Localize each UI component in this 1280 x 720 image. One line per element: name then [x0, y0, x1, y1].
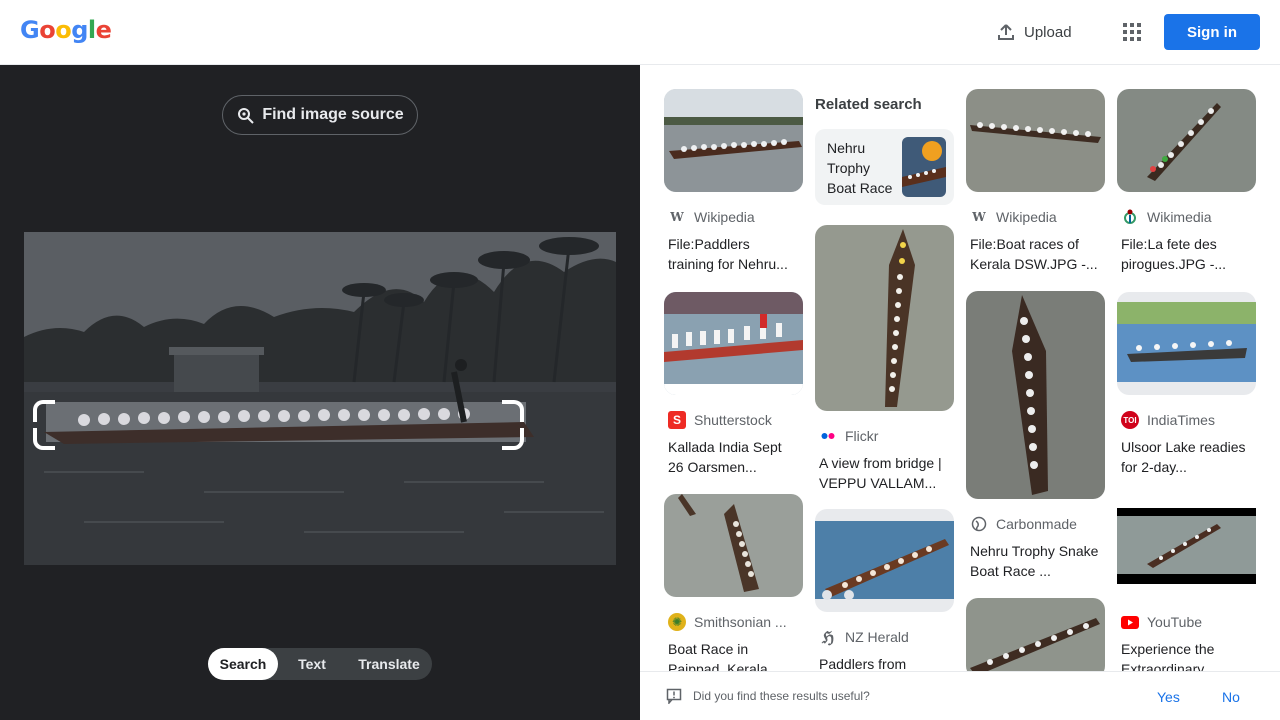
- find-image-source-button[interactable]: Find image source: [222, 95, 418, 135]
- result-source: W Wikipedia: [966, 208, 1105, 226]
- upload-button[interactable]: Upload: [988, 17, 1080, 47]
- result-thumbnail[interactable]: [664, 292, 803, 395]
- result-source: Wikimedia: [1117, 208, 1256, 226]
- result-card[interactable]: Wikimedia File:La fete des pirogues.JPG …: [1117, 89, 1256, 274]
- sign-in-button[interactable]: Sign in: [1164, 14, 1260, 50]
- result-card[interactable]: W Wikipedia File:Boat races of Kerala DSW…: [966, 89, 1105, 274]
- result-source: Carbonmade: [966, 515, 1105, 533]
- feedback-yes-button[interactable]: Yes: [1157, 689, 1180, 705]
- result-title[interactable]: Boat Race in Paippad, Kerala...: [664, 639, 799, 671]
- youtube-icon: [1121, 613, 1139, 631]
- result-source: W Wikipedia: [664, 208, 803, 226]
- related-search-query: Nehru Trophy Boat Race: [827, 140, 893, 196]
- wikipedia-icon: W: [972, 210, 986, 224]
- result-card[interactable]: ℌ NZ Herald Paddlers from: [815, 509, 954, 671]
- result-thumbnail[interactable]: [1117, 292, 1256, 395]
- mode-tabs: Search Text Translate: [208, 648, 432, 680]
- related-search-chip[interactable]: Nehru Trophy Boat Race: [815, 129, 954, 205]
- logo-letter: o: [55, 16, 72, 44]
- logo-letter: o: [39, 16, 56, 44]
- result-card[interactable]: ✺ Smithsonian ... Boat Race in Paippad, K…: [664, 494, 803, 671]
- result-card[interactable]: Carbonmade Nehru Trophy Snake Boat Race …: [966, 291, 1105, 581]
- result-thumbnail[interactable]: [1117, 89, 1256, 192]
- indiatimes-icon: TOI: [1121, 411, 1139, 429]
- result-title[interactable]: File:Paddlers training for Nehru...: [664, 234, 799, 274]
- result-card[interactable]: TOI IndiaTimes Ulsoor Lake readies for 2-…: [1117, 292, 1256, 477]
- result-thumbnail[interactable]: [966, 598, 1105, 671]
- result-thumbnail[interactable]: [664, 494, 803, 597]
- header: Google Upload Sign in: [0, 0, 1280, 65]
- image-preview-panel: Find image source Search Text Translate: [0, 65, 640, 720]
- result-card[interactable]: [966, 598, 1105, 671]
- crop-handle-bottom-left[interactable]: [33, 428, 55, 450]
- nz-herald-icon: ℌ: [821, 627, 835, 647]
- related-search-thumbnail: [902, 137, 946, 197]
- logo-letter: e: [95, 16, 112, 44]
- result-source: ✺ Smithsonian ...: [664, 613, 803, 631]
- result-thumbnail[interactable]: [664, 89, 803, 192]
- tab-search[interactable]: Search: [208, 648, 278, 680]
- wikimedia-icon: [1121, 208, 1139, 226]
- result-card[interactable]: S Shutterstock Kallada India Sept 26 Oars…: [664, 292, 803, 477]
- feedback-question: Did you find these results useful?: [693, 689, 870, 703]
- upload-icon: [998, 24, 1014, 40]
- result-title[interactable]: Experience the Extraordinary...: [1117, 639, 1252, 671]
- result-title[interactable]: A view from bridge | VEPPU VALLAM...: [815, 453, 950, 493]
- lens-search-icon: [238, 108, 255, 124]
- result-thumbnail[interactable]: [815, 225, 954, 411]
- logo-letter: l: [87, 16, 96, 44]
- visual-matches-panel: W Wikipedia File:Paddlers training for Ne…: [640, 65, 1280, 671]
- google-logo[interactable]: Google: [20, 16, 112, 44]
- result-title[interactable]: Nehru Trophy Snake Boat Race ...: [966, 541, 1101, 581]
- result-title[interactable]: Paddlers from: [815, 654, 950, 671]
- apps-grid-icon[interactable]: [1116, 16, 1148, 48]
- result-source: ℌ NZ Herald: [815, 627, 954, 647]
- feedback-no-button[interactable]: No: [1222, 689, 1240, 705]
- related-search-heading: Related search: [815, 96, 922, 113]
- result-thumbnail[interactable]: [1117, 494, 1256, 597]
- wikipedia-icon: W: [670, 210, 684, 224]
- result-source: S Shutterstock: [664, 411, 803, 429]
- result-source: Flickr: [815, 427, 954, 445]
- upload-label: Upload: [1024, 23, 1072, 41]
- logo-letter: g: [71, 16, 88, 44]
- result-title[interactable]: Ulsoor Lake readies for 2-day...: [1117, 437, 1252, 477]
- tab-translate[interactable]: Translate: [346, 648, 432, 680]
- tab-text[interactable]: Text: [278, 648, 346, 680]
- result-title[interactable]: Kallada India Sept 26 Oarsmen...: [664, 437, 799, 477]
- crop-handle-bottom-right[interactable]: [502, 428, 524, 450]
- result-source: TOI IndiaTimes: [1117, 411, 1256, 429]
- logo-letter: G: [20, 16, 40, 44]
- result-card[interactable]: YouTube Experience the Extraordinary...: [1117, 494, 1256, 671]
- result-thumbnail[interactable]: [815, 509, 954, 612]
- crop-handle-top-right[interactable]: [502, 400, 524, 422]
- result-thumbnail[interactable]: [966, 291, 1105, 499]
- result-card[interactable]: Flickr A view from bridge | VEPPU VALLAM…: [815, 225, 954, 493]
- result-title[interactable]: File:Boat races of Kerala DSW.JPG -...: [966, 234, 1101, 274]
- flickr-icon: [819, 427, 837, 445]
- globe-icon: [970, 515, 988, 533]
- crop-handle-top-left[interactable]: [33, 400, 55, 422]
- find-image-source-label: Find image source: [262, 106, 404, 123]
- shutterstock-icon: S: [668, 411, 686, 429]
- uploaded-image[interactable]: [24, 232, 616, 565]
- feedback-icon: [666, 688, 682, 704]
- result-thumbnail[interactable]: [966, 89, 1105, 192]
- smithsonian-icon: ✺: [668, 613, 686, 631]
- result-title[interactable]: File:La fete des pirogues.JPG -...: [1117, 234, 1252, 274]
- feedback-bar: Did you find these results useful? Yes N…: [640, 671, 1280, 720]
- result-source: YouTube: [1117, 613, 1256, 631]
- result-card[interactable]: W Wikipedia File:Paddlers training for Ne…: [664, 89, 803, 274]
